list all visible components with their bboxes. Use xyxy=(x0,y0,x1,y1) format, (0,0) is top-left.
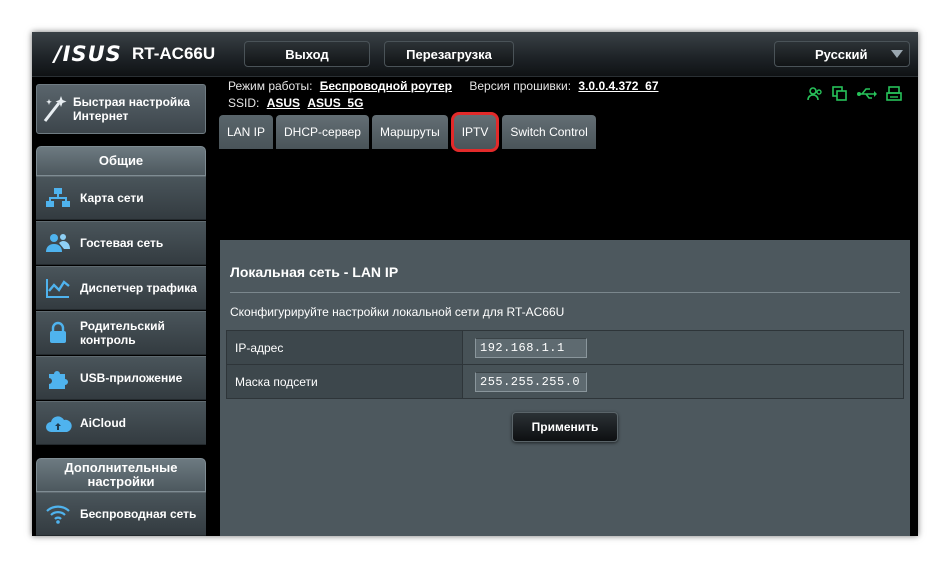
table-row: Маска подсети xyxy=(226,364,904,399)
lock-icon xyxy=(36,321,80,345)
printer-icon[interactable] xyxy=(886,86,902,102)
sidebar-item-wireless[interactable]: Беспроводная сеть xyxy=(36,492,206,536)
router-model: RT-AC66U xyxy=(132,44,216,63)
ssid-line: SSID: ASUS ASUS_5G xyxy=(228,96,363,110)
reboot-button[interactable]: Перезагрузка xyxy=(384,41,514,67)
ssid-link-1[interactable]: ASUS xyxy=(267,96,300,110)
sidebar-item-label: Гостевая сеть xyxy=(80,236,164,250)
sidebar-item-aicloud[interactable]: AiCloud xyxy=(36,401,206,445)
wifi-icon xyxy=(36,503,80,525)
sidebar-item-label: USB-приложение xyxy=(80,371,183,385)
sidebar-item-network-map[interactable]: Карта сети xyxy=(36,176,206,220)
general-section-header: Общие xyxy=(36,146,206,176)
ssid-link-2[interactable]: ASUS_5G xyxy=(307,96,363,110)
sidebar-item-parental-control[interactable]: Родительский контроль xyxy=(36,311,206,355)
magic-wand-icon xyxy=(37,94,73,124)
usb-icon[interactable] xyxy=(857,86,877,102)
sidebar-item-guest-network[interactable]: Гостевая сеть xyxy=(36,221,206,265)
top-bar: /ISUS RT-AC66U Выход Перезагрузка Русски… xyxy=(32,32,918,77)
lan-ip-panel: Локальная сеть - LAN IP Сконфигурируйте … xyxy=(220,240,910,536)
sidebar-item-label: Родительский контроль xyxy=(80,319,165,347)
mode-link[interactable]: Беспроводной роутер xyxy=(320,79,452,93)
sidebar-item-usb-application[interactable]: USB-приложение xyxy=(36,356,206,400)
sidebar-item-traffic-manager[interactable]: Диспетчер трафика xyxy=(36,266,206,310)
status-icons xyxy=(807,86,902,102)
tab-switch-control[interactable]: Switch Control xyxy=(502,115,596,149)
subnet-mask-label: Маска подсети xyxy=(226,364,463,399)
copy-icon[interactable] xyxy=(832,86,848,102)
divider xyxy=(230,292,900,293)
users-icon[interactable] xyxy=(807,86,823,102)
page-title: Локальная сеть - LAN IP xyxy=(230,264,399,280)
quick-setup-label: Быстрая настройка Интернет xyxy=(73,95,190,123)
lan-tabs: LAN IP DHCP-сервер Маршруты IPTV Switch … xyxy=(219,112,596,152)
firmware-link[interactable]: 3.0.0.4.372_67 xyxy=(578,79,658,93)
operation-mode-line: Режим работы: Беспроводной роутер Версия… xyxy=(228,79,659,93)
apply-button[interactable]: Применить xyxy=(512,412,618,442)
sidebar-item-label: Карта сети xyxy=(80,191,144,205)
guest-network-icon xyxy=(36,232,80,254)
mode-label: Режим работы: xyxy=(228,79,313,93)
logout-button[interactable]: Выход xyxy=(244,41,370,67)
ip-address-input[interactable] xyxy=(475,337,587,358)
sidebar-item-label: Беспроводная сеть xyxy=(80,507,197,521)
advanced-section-header: Дополнительные настройки xyxy=(36,458,206,492)
quick-internet-setup[interactable]: Быстрая настройка Интернет xyxy=(36,84,206,134)
tab-iptv[interactable]: IPTV xyxy=(450,112,500,152)
ssid-label: SSID: xyxy=(228,96,260,110)
language-select[interactable]: Русский xyxy=(774,41,910,67)
page-description: Сконфигурируйте настройки локальной сети… xyxy=(230,305,565,319)
cloud-icon xyxy=(36,412,80,434)
network-map-icon xyxy=(36,187,80,209)
asus-logo: /ISUS xyxy=(54,42,122,66)
tab-lan-ip[interactable]: LAN IP xyxy=(219,115,274,149)
chevron-down-icon xyxy=(891,50,903,58)
firmware-label: Версия прошивки: xyxy=(469,79,572,93)
tab-dhcp-server[interactable]: DHCP-сервер xyxy=(276,115,369,149)
tab-routes[interactable]: Маршруты xyxy=(371,115,448,149)
traffic-manager-icon xyxy=(36,277,80,299)
sidebar-item-label: AiCloud xyxy=(80,416,126,430)
sidebar-item-label: Диспетчер трафика xyxy=(80,281,197,295)
table-row: IP-адрес xyxy=(226,330,904,365)
subnet-mask-input[interactable] xyxy=(475,371,587,392)
router-admin-window: /ISUS RT-AC66U Выход Перезагрузка Русски… xyxy=(32,32,918,536)
ip-address-label: IP-адрес xyxy=(226,330,463,365)
puzzle-icon xyxy=(36,366,80,390)
lan-settings-table: IP-адрес Маска подсети xyxy=(226,330,904,399)
language-value: Русский xyxy=(815,46,868,62)
